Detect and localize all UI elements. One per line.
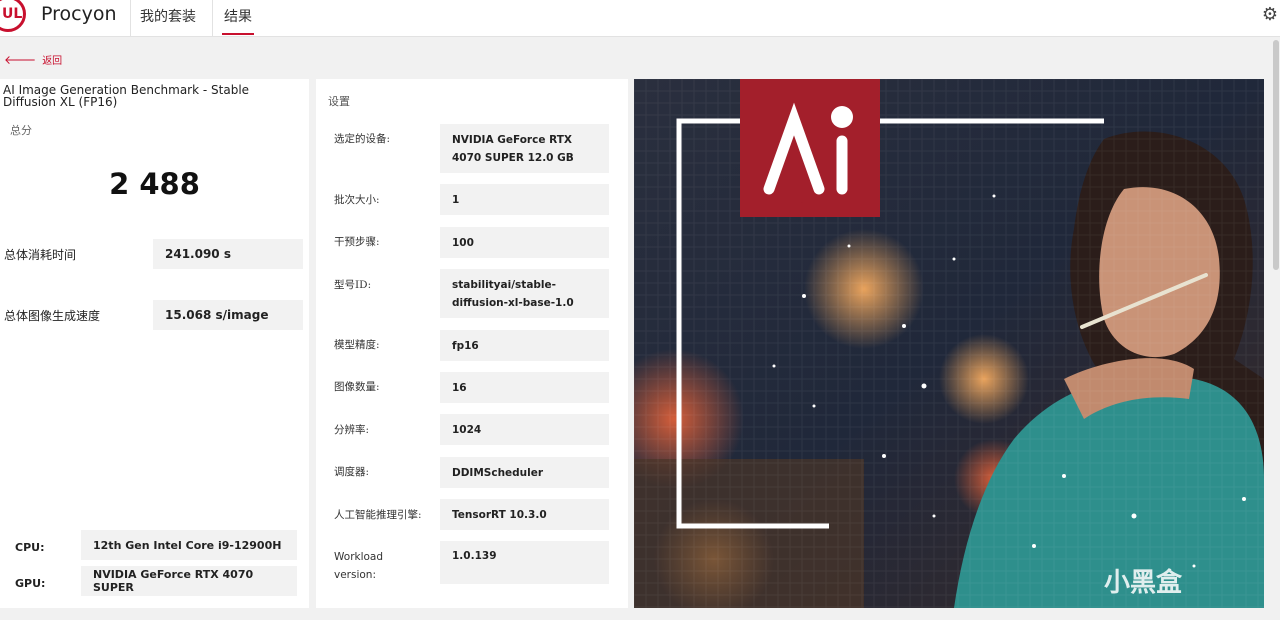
tab-results[interactable]: 结果 [224,6,252,26]
scrollbar-thumb[interactable] [1273,40,1279,270]
setting-label: 图像数量: [334,381,380,393]
ai-letter-i-dot [831,106,853,128]
cpu-value: 12th Gen Intel Core i9-12900H [81,530,297,560]
hero-svg: AI 小黑盒 [634,79,1264,608]
setting-value: 16 [440,372,609,403]
setting-label: 分辨率: [334,424,370,436]
setting-label: 批次大小: [334,194,380,206]
arrow-left-icon: 🡐 [4,52,37,67]
setting-value: DDIMScheduler [440,457,609,488]
back-label: 返回 [42,56,63,67]
watermark-text: 小黑盒 [1104,567,1183,598]
result-card: AI Image Generation Benchmark - Stable D… [0,79,309,608]
setting-label: 调度器: [334,466,370,478]
setting-label: 选定的设备: [334,133,391,145]
metric-label: 总体消耗时间 [4,248,77,262]
back-link[interactable]: 🡐 返回 [4,52,63,68]
setting-label: Workload version: [334,551,384,581]
setting-value: 1024 [440,414,609,445]
gpu-label: GPU: [15,577,46,590]
setting-label: 模型精度: [334,339,380,351]
nav-divider [212,0,213,37]
cpu-label: CPU: [15,541,45,554]
nav-divider [130,0,131,37]
score-label: 总分 [10,124,32,137]
tab-my-suites[interactable]: 我的套装 [140,6,196,26]
app-title: Procyon [41,3,117,25]
setting-label: 人工智能推理引擎: [334,509,422,521]
gpu-value: NVIDIA GeForce RTX 4070 SUPER [81,566,297,596]
settings-title: 设置 [328,95,350,108]
gear-icon[interactable]: ⚙ [1261,6,1279,24]
pixel-grid [634,79,1264,608]
metric-value: 15.068 s/image [153,300,303,330]
top-bar: UL Procyon 我的套装 结果 ⚙ [0,0,1280,37]
setting-value: stabilityai/stable-diffusion-xl-base-1.0 [440,269,609,318]
setting-label: 干预步骤: [334,236,380,248]
setting-value: 1.0.139 [440,541,609,584]
setting-value: 1 [440,184,609,215]
total-score: 2 488 [109,167,200,201]
metric-value: 241.090 s [153,239,303,269]
setting-value: 100 [440,227,609,258]
metric-label: 总体图像生成速度 [4,309,101,323]
setting-label: 型号ID: [334,279,372,291]
ul-logo[interactable]: UL [0,0,26,32]
active-tab-indicator [222,33,254,35]
setting-value: fp16 [440,330,609,361]
setting-value: NVIDIA GeForce RTX 4070 SUPER 12.0 GB [440,124,609,173]
benchmark-title: AI Image Generation Benchmark - Stable D… [3,83,250,109]
setting-value: TensorRT 10.3.0 [440,499,609,530]
settings-card: 设置 选定的设备: NVIDIA GeForce RTX 4070 SUPER … [316,79,628,608]
hero-illustration: AI 小黑盒 [634,79,1264,608]
